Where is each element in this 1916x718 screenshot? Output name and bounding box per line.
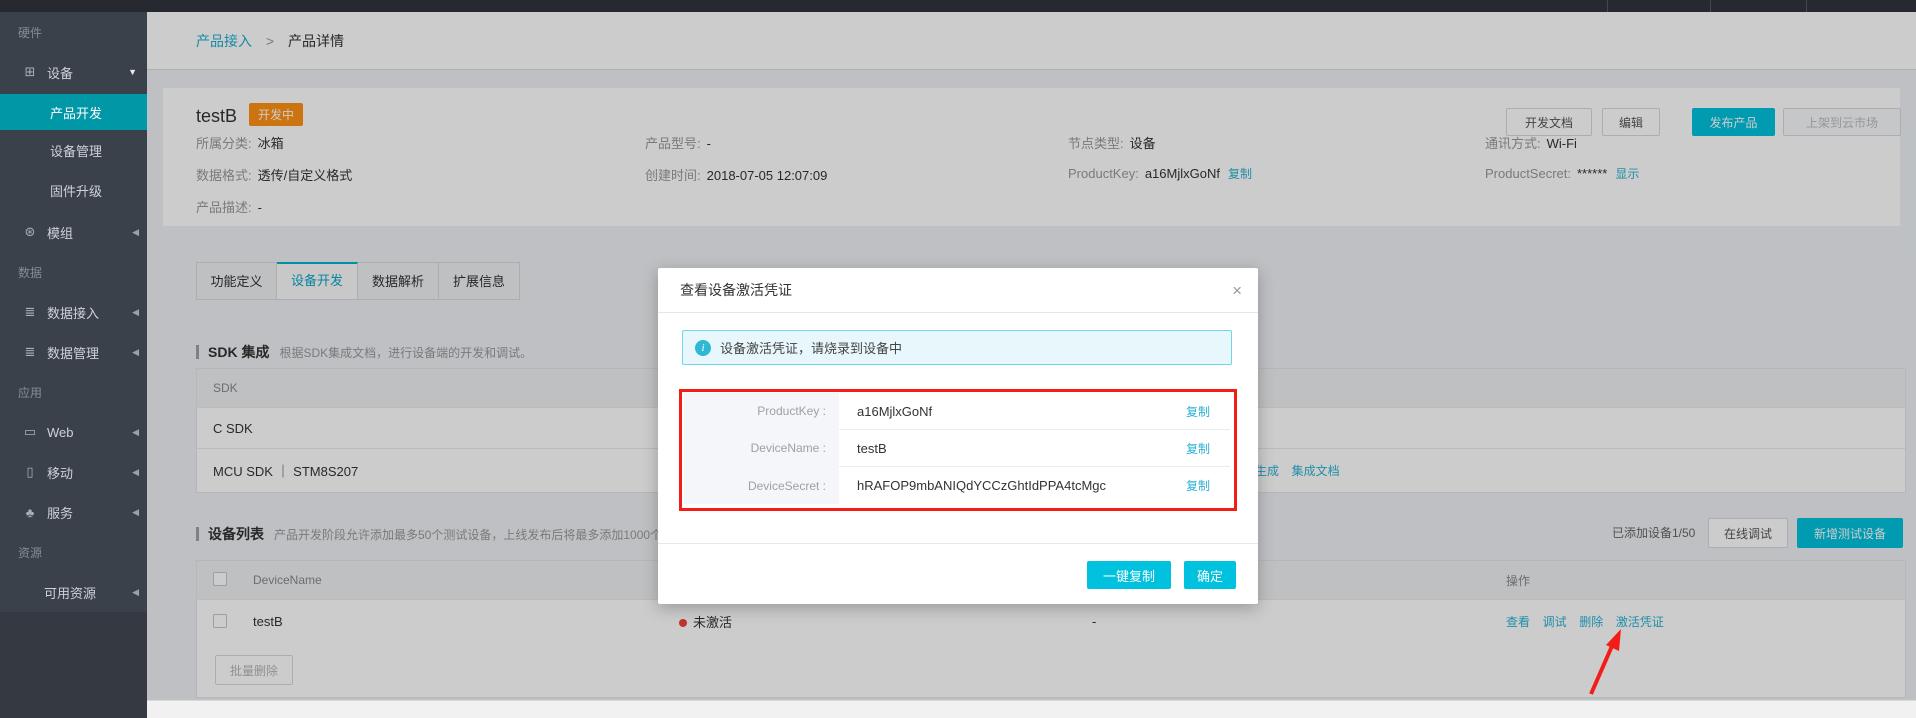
sidebar-item-label: 服务 [47, 503, 73, 522]
sidebar-section-data: 数据 [0, 254, 147, 290]
sidebar-item-device-mgmt[interactable]: 设备管理 [0, 132, 147, 168]
chrome-divider [1710, 0, 1711, 12]
sidebar-item-label: 设备管理 [50, 141, 102, 160]
sidebar-item-label: 设备 [47, 63, 73, 82]
caret-left-icon: ◀ [132, 427, 139, 438]
info-icon: i [695, 340, 711, 356]
sidebar-item-data-mgmt[interactable]: ≣ 数据管理 ◀ [0, 334, 147, 370]
sidebar-item-product-dev[interactable]: 产品开发 [0, 94, 147, 130]
phone-icon: ▯ [22, 464, 38, 480]
database-icon: ≣ [22, 304, 38, 320]
caret-left-icon: ◀ [132, 347, 139, 358]
sidebar-item-label: 产品开发 [50, 103, 102, 122]
caret-left-icon: ◀ [132, 307, 139, 318]
credential-row: ProductKey : a16MjlxGoNf 复制 [684, 393, 1230, 430]
modal-header: 查看设备激活凭证 × [658, 268, 1258, 313]
sidebar-item-label: 可用资源 [44, 583, 96, 602]
copy-link[interactable]: 复制 [1186, 477, 1230, 494]
device-icon: ⊞ [22, 64, 38, 80]
database-icon: ≣ [22, 344, 38, 360]
service-icon: ♣ [22, 505, 38, 520]
horizontal-scrollbar[interactable] [147, 700, 1916, 718]
sidebar-section-resource: 资源 [0, 534, 147, 570]
credential-table: ProductKey : a16MjlxGoNf 复制 DeviceName :… [684, 393, 1230, 504]
sidebar-item-label: 模组 [47, 223, 73, 242]
credential-label: DeviceName : [684, 430, 839, 467]
chrome-divider [1607, 0, 1608, 12]
sidebar-item-label: 数据接入 [47, 303, 99, 322]
sidebar-item-service[interactable]: ♣ 服务 ◀ [0, 494, 147, 530]
sidebar-section-app: 应用 [0, 374, 147, 410]
sidebar-item-device[interactable]: ⊞ 设备 ▼ [0, 54, 147, 90]
sidebar: 硬件 ⊞ 设备 ▼ 产品开发 设备管理 固件升级 ⊛ 模组 ◀ 数据 ≣ 数据接… [0, 12, 147, 718]
credential-value: hRAFOP9mbANIQdYCCzGhtIdPPA4tcMgc [839, 478, 1186, 493]
modal-footer: 一键复制 确定 [658, 543, 1258, 604]
sidebar-item-web[interactable]: ▭ Web ◀ [0, 414, 147, 450]
alert-text: 设备激活凭证，请烧录到设备中 [720, 338, 902, 357]
sidebar-section-hardware: 硬件 [0, 14, 147, 50]
caret-left-icon: ◀ [132, 467, 139, 478]
close-icon[interactable]: × [1232, 268, 1242, 313]
module-icon: ⊛ [22, 224, 38, 240]
chrome-divider [1806, 0, 1807, 12]
sidebar-item-module[interactable]: ⊛ 模组 ◀ [0, 214, 147, 250]
ok-button[interactable]: 确定 [1184, 561, 1236, 589]
browser-chrome-bar [0, 0, 1916, 12]
credential-row: DeviceSecret : hRAFOP9mbANIQdYCCzGhtIdPP… [684, 467, 1230, 504]
modal-title: 查看设备激活凭证 [680, 282, 792, 298]
caret-left-icon: ◀ [132, 587, 139, 598]
sidebar-item-data-access[interactable]: ≣ 数据接入 ◀ [0, 294, 147, 330]
credential-label: ProductKey : [684, 393, 839, 430]
sidebar-item-label: 移动 [47, 463, 73, 482]
monitor-icon: ▭ [22, 424, 38, 440]
credential-value: a16MjlxGoNf [839, 404, 1186, 419]
caret-left-icon: ◀ [132, 507, 139, 518]
credential-value: testB [839, 441, 1186, 456]
sidebar-lower-fill [0, 612, 147, 718]
copy-link[interactable]: 复制 [1186, 403, 1230, 420]
sidebar-item-mobile[interactable]: ▯ 移动 ◀ [0, 454, 147, 490]
sidebar-item-label: 固件升级 [50, 181, 102, 200]
sidebar-item-firmware[interactable]: 固件升级 [0, 172, 147, 208]
caret-down-icon: ▼ [128, 67, 137, 77]
copy-link[interactable]: 复制 [1186, 440, 1230, 457]
credential-row: DeviceName : testB 复制 [684, 430, 1230, 467]
sidebar-item-label: Web [47, 425, 74, 440]
info-alert: i 设备激活凭证，请烧录到设备中 [682, 330, 1232, 365]
activation-credential-modal: 查看设备激活凭证 × i 设备激活凭证，请烧录到设备中 ProductKey :… [658, 268, 1258, 604]
sidebar-item-label: 数据管理 [47, 343, 99, 362]
caret-left-icon: ◀ [132, 227, 139, 238]
sidebar-item-available-resource[interactable]: 可用资源 ◀ [0, 574, 147, 610]
credential-label: DeviceSecret : [684, 467, 839, 504]
copy-all-button[interactable]: 一键复制 [1087, 561, 1171, 589]
